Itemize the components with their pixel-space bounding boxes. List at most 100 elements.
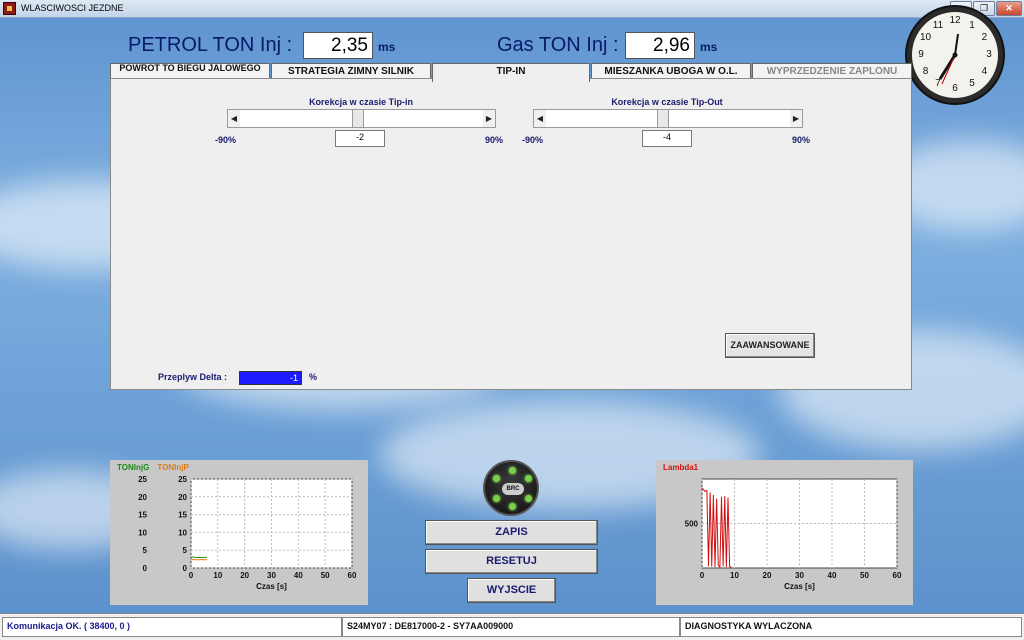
tip-in-min: -90% bbox=[215, 135, 237, 145]
y-tick-label: 500 bbox=[685, 520, 699, 529]
logo-dot bbox=[493, 495, 500, 502]
clock-number: 9 bbox=[918, 49, 924, 60]
y-tick-label: 15 bbox=[178, 511, 187, 520]
logo-dot bbox=[509, 503, 516, 510]
gas-ton-label: Gas TON Inj : bbox=[497, 34, 619, 56]
window-titlebar: WLASCIWOSCI JEZDNE — ❐ ✕ bbox=[0, 0, 1024, 18]
flow-delta-label: Przeplyw Delta : bbox=[158, 372, 228, 382]
slider-track bbox=[546, 110, 657, 127]
slider-track bbox=[669, 110, 790, 127]
y-tick-label: 0 bbox=[183, 564, 188, 573]
clock-number: 11 bbox=[932, 19, 944, 31]
slider-track bbox=[364, 110, 483, 127]
x-tick-label: 50 bbox=[321, 571, 330, 580]
logo-dot bbox=[525, 475, 532, 482]
tab-label: WYPRZEDZENIE ZAPLONU bbox=[766, 66, 898, 77]
x-tick-label: 30 bbox=[795, 571, 804, 580]
gas-ton-value: 2,96 bbox=[625, 32, 695, 59]
app-icon bbox=[3, 2, 16, 15]
x-tick-label: 30 bbox=[267, 571, 276, 580]
y-tick-label: 20 bbox=[138, 493, 147, 502]
scroll-left-icon[interactable]: ◀ bbox=[534, 110, 546, 127]
legend-entry: Lambda1 bbox=[663, 463, 699, 472]
tab-label: POWROT TO BIEGU JALOWEGO bbox=[119, 63, 261, 73]
tip-in-title: Korekcja w czasie Tip-in bbox=[309, 97, 413, 107]
flow-delta-unit: % bbox=[309, 372, 318, 382]
x-tick-label: 10 bbox=[730, 571, 739, 580]
y-tick-label: 10 bbox=[138, 528, 147, 537]
close-button[interactable]: ✕ bbox=[996, 1, 1022, 16]
petrol-ton-value: 2,35 bbox=[303, 32, 373, 59]
tip-in-max: 90% bbox=[485, 135, 504, 145]
analog-clock: 12 1 2 3 4 5 6 7 8 9 10 11 bbox=[905, 5, 1005, 105]
tip-out-title: Korekcja w czasie Tip-Out bbox=[611, 97, 723, 107]
logo-dot bbox=[525, 495, 532, 502]
tab-tip-in[interactable]: TIP-IN bbox=[432, 63, 590, 82]
logo-dot bbox=[509, 467, 516, 474]
x-tick-label: 20 bbox=[240, 571, 249, 580]
status-ecu-id: S24MY07 : DE817000-2 - SY7AA009000 bbox=[342, 617, 680, 637]
slider-thumb[interactable] bbox=[657, 110, 669, 127]
legend-entry: TONInjP bbox=[157, 463, 189, 472]
clock-number: 4 bbox=[981, 66, 988, 77]
scroll-right-icon[interactable]: ▶ bbox=[790, 110, 802, 127]
status-communication: Komunikacja OK. ( 38400, 0 ) bbox=[2, 617, 342, 637]
y-tick-label: 20 bbox=[178, 493, 187, 502]
advanced-button[interactable]: ZAAWANSOWANE bbox=[725, 333, 815, 358]
clock-number: 2 bbox=[981, 32, 988, 43]
tip-out-max: 90% bbox=[792, 135, 811, 145]
slider-track bbox=[240, 110, 352, 127]
tab-label: TIP-IN bbox=[496, 66, 526, 77]
x-tick-label: 40 bbox=[828, 571, 837, 580]
tip-out-value: -4 bbox=[642, 130, 692, 147]
tip-in-slider[interactable]: ◀ ▶ bbox=[227, 109, 496, 128]
x-tick-label: 60 bbox=[348, 571, 357, 580]
x-tick-label: 40 bbox=[294, 571, 303, 580]
status-diagnostics: DIAGNOSTYKA WYLACZONA bbox=[680, 617, 1022, 637]
tab-label: STRATEGIA ZIMNY SILNIK bbox=[288, 66, 414, 77]
clock-number: 6 bbox=[952, 83, 958, 94]
clock-face: 12 1 2 3 4 5 6 7 8 9 10 11 bbox=[912, 12, 998, 98]
scroll-right-icon[interactable]: ▶ bbox=[483, 110, 495, 127]
y-tick-label: 25 bbox=[138, 475, 147, 484]
clock-number: 5 bbox=[969, 78, 975, 90]
tab-label: MIESZANKA UBOGA W O.L. bbox=[604, 66, 738, 77]
gas-ton-unit: ms bbox=[700, 40, 718, 54]
tip-in-value: -2 bbox=[335, 130, 385, 147]
petrol-ton-label: PETROL TON Inj : bbox=[128, 34, 293, 56]
y-tick-label: 5 bbox=[183, 546, 188, 555]
clock-number: 12 bbox=[949, 15, 961, 26]
x-tick-label: 50 bbox=[860, 571, 869, 580]
exit-button[interactable]: WYJSCIE bbox=[467, 578, 556, 603]
status-bar: Komunikacja OK. ( 38400, 0 ) S24MY07 : D… bbox=[0, 613, 1024, 640]
logo-dot bbox=[493, 475, 500, 482]
x-axis-label: Czas [s] bbox=[256, 582, 287, 591]
x-tick-label: 0 bbox=[700, 571, 705, 580]
logo-text: BRC bbox=[502, 483, 524, 495]
reset-button[interactable]: RESETUJ bbox=[425, 549, 598, 574]
clock-number: 8 bbox=[922, 66, 929, 77]
y-tick-label: 10 bbox=[178, 528, 187, 537]
save-button[interactable]: ZAPIS bbox=[425, 520, 598, 545]
ton-inj-chart: 0 10 20 30 40 50 60 0 0 5 5 10 10 15 15 20 20 25 25 Czas [s… bbox=[110, 460, 368, 605]
y-tick-label: 25 bbox=[178, 475, 187, 484]
x-tick-label: 0 bbox=[189, 571, 194, 580]
x-tick-label: 20 bbox=[763, 571, 772, 580]
lambda-chart: 0 10 20 30 40 50 60 500 Czas [s] Lambda1 bbox=[656, 460, 913, 605]
clock-number: 1 bbox=[969, 19, 975, 31]
flow-delta-value: -1 bbox=[239, 371, 302, 385]
y-tick-label: 5 bbox=[143, 546, 148, 555]
tip-out-slider[interactable]: ◀ ▶ bbox=[533, 109, 803, 128]
petrol-ton-unit: ms bbox=[378, 40, 396, 54]
ton-inj-chart-svg: 0 10 20 30 40 50 6000551010151520202525Czas [s… bbox=[117, 463, 357, 591]
y-tick-label: 0 bbox=[143, 564, 148, 573]
x-tick-label: 60 bbox=[893, 571, 902, 580]
window-title: WLASCIWOSCI JEZDNE bbox=[21, 3, 124, 13]
brc-logo: BRC bbox=[483, 460, 539, 516]
clock-number: 7 bbox=[935, 78, 941, 90]
slider-thumb[interactable] bbox=[352, 110, 364, 127]
scroll-left-icon[interactable]: ◀ bbox=[228, 110, 240, 127]
x-axis-label: Czas [s] bbox=[784, 582, 815, 591]
y-tick-label: 15 bbox=[138, 511, 147, 520]
legend-entry: TONInjG bbox=[117, 463, 149, 472]
